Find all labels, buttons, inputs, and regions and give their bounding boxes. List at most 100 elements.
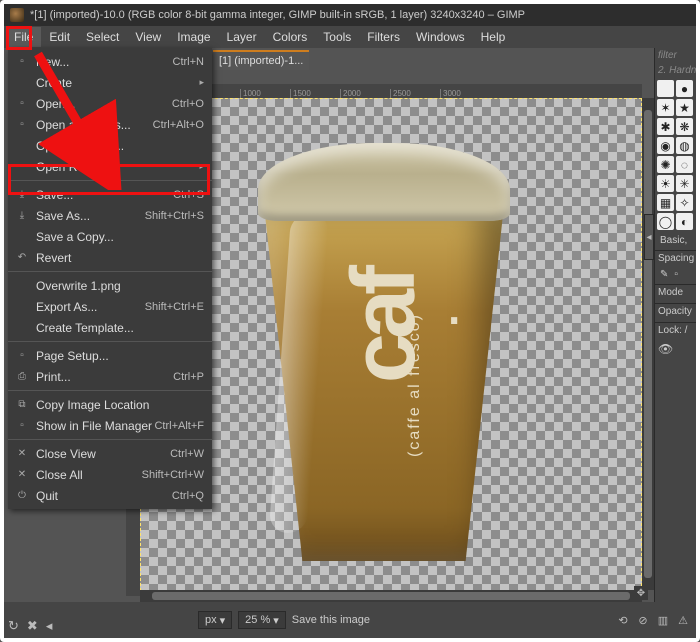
- submenu-arrow-icon: ▸: [199, 161, 204, 172]
- lock-label: Lock: /: [655, 322, 696, 338]
- menu-item-save-copy[interactable]: Save a Copy...: [8, 226, 212, 247]
- mode-label: Mode: [655, 284, 696, 300]
- dock-right[interactable]: filter 2. Hardness ●✶★✱❋◉◍✺◌☀✳▦✧◯◐ Basic…: [654, 48, 696, 638]
- image-tab[interactable]: [1] (imported)-1...: [213, 50, 309, 70]
- menu-item-copy-location[interactable]: ⧉Copy Image Location: [8, 394, 212, 415]
- status-message: Save this image: [292, 614, 370, 626]
- menu-view[interactable]: View: [127, 27, 169, 47]
- cancel-icon[interactable]: ⊘: [636, 613, 650, 627]
- print-icon: ⎙: [16, 371, 28, 383]
- brush-thumb[interactable]: ◯: [657, 213, 674, 230]
- brush-thumb[interactable]: ●: [676, 80, 693, 97]
- menu-item-create-template[interactable]: Create Template...: [8, 317, 212, 338]
- close-icon: ✕: [16, 448, 28, 460]
- scrollbar-horizontal[interactable]: [140, 590, 642, 602]
- brush-thumb[interactable]: ▦: [657, 194, 674, 211]
- folder-icon: ▫: [16, 420, 28, 432]
- tab-basic[interactable]: Basic,: [657, 234, 690, 247]
- copy-icon: ⧉: [16, 399, 28, 411]
- brush-thumb[interactable]: ◐: [676, 213, 693, 230]
- menu-item-show-file-manager[interactable]: ▫Show in File ManagerCtrl+Alt+F: [8, 415, 212, 436]
- brush-thumb[interactable]: ✶: [657, 99, 674, 116]
- brush-grid[interactable]: ●✶★✱❋◉◍✺◌☀✳▦✧◯◐: [655, 78, 696, 232]
- save-icon: ⤓: [16, 210, 28, 222]
- rotate-icon[interactable]: ⟲: [616, 613, 630, 627]
- opacity-label: Opacity: [655, 303, 696, 319]
- brush-thumb[interactable]: ❋: [676, 118, 693, 135]
- app-icon: [10, 8, 24, 22]
- brush-thumb[interactable]: ◉: [657, 137, 674, 154]
- window-titlebar: *[1] (imported)-10.0 (RGB color 8-bit ga…: [4, 4, 696, 26]
- menu-colors[interactable]: Colors: [265, 27, 316, 47]
- menu-item-open-location[interactable]: Open Location...: [8, 135, 212, 156]
- edit-icon[interactable]: ✎: [657, 268, 671, 281]
- menu-bar[interactable]: File Edit Select View Image Layer Colors…: [4, 26, 696, 48]
- dock-collapse-handle[interactable]: ◂: [644, 214, 654, 260]
- menu-filters[interactable]: Filters: [359, 27, 408, 47]
- menu-item-open-layers[interactable]: ▫Open as Layers...Ctrl+Alt+O: [8, 114, 212, 135]
- menu-item-open[interactable]: ▫Open...Ctrl+O: [8, 93, 212, 114]
- zoom-selector[interactable]: 25 %▾: [238, 611, 286, 629]
- menu-item-new[interactable]: ▫New...Ctrl+N: [8, 51, 212, 72]
- file-icon: ▫: [16, 56, 28, 68]
- canvas[interactable]: caf. (caffe al fresco): [140, 98, 642, 596]
- layer-visibility-icon[interactable]: 👁: [655, 338, 696, 360]
- file-icon: ▫: [16, 119, 28, 131]
- reset-icon[interactable]: ↻: [8, 618, 19, 634]
- menu-item-save-as[interactable]: ⤓Save As...Shift+Ctrl+S: [8, 205, 212, 226]
- window-title: *[1] (imported)-10.0 (RGB color 8-bit ga…: [30, 9, 525, 21]
- menu-help[interactable]: Help: [473, 27, 514, 47]
- power-icon: ⏻: [16, 490, 28, 502]
- menu-tools[interactable]: Tools: [315, 27, 359, 47]
- warning-icon[interactable]: ⚠: [676, 613, 690, 627]
- menu-layer[interactable]: Layer: [219, 27, 265, 47]
- spacing-label: Spacing: [655, 250, 696, 266]
- brush-thumb[interactable]: ◌: [676, 156, 693, 173]
- menu-item-close-all[interactable]: ✕Close AllShift+Ctrl+W: [8, 464, 212, 485]
- filter-label: filter: [655, 48, 696, 63]
- brush-thumb[interactable]: ◍: [676, 137, 693, 154]
- brush-title: 2. Hardness: [655, 63, 696, 78]
- delete-icon[interactable]: ✖: [27, 618, 38, 634]
- brush-thumb[interactable]: ✺: [657, 156, 674, 173]
- menu-item-export-as[interactable]: Export As...Shift+Ctrl+E: [8, 296, 212, 317]
- image-content: caf. (caffe al fresco): [258, 143, 510, 561]
- menu-item-quit[interactable]: ⏻QuitCtrl+Q: [8, 485, 212, 506]
- brush-thumb[interactable]: ✱: [657, 118, 674, 135]
- softproof-icon[interactable]: ▥: [656, 613, 670, 627]
- file-dropdown: ▫New...Ctrl+N Create▸ ▫Open...Ctrl+O ▫Op…: [8, 48, 212, 509]
- new-icon[interactable]: ▫: [671, 268, 681, 281]
- menu-item-open-recent[interactable]: Open Recent▸: [8, 156, 212, 177]
- file-icon: ▫: [16, 98, 28, 110]
- menu-item-create[interactable]: Create▸: [8, 72, 212, 93]
- ruler-horizontal: 050010001500200025003000: [140, 84, 642, 98]
- menu-item-overwrite[interactable]: Overwrite 1.png: [8, 275, 212, 296]
- page-icon: ▫: [16, 350, 28, 362]
- brush-thumb[interactable]: ✧: [676, 194, 693, 211]
- save-icon: ⤓: [16, 189, 28, 201]
- brush-thumb[interactable]: ☀: [657, 175, 674, 192]
- menu-edit[interactable]: Edit: [41, 27, 78, 47]
- menu-item-page-setup[interactable]: ▫Page Setup...: [8, 345, 212, 366]
- chevron-down-icon: ▾: [273, 614, 279, 627]
- menu-windows[interactable]: Windows: [408, 27, 473, 47]
- status-bar: px▾ 25 %▾ Save this image ⟲ ⊘ ▥ ⚠: [4, 602, 696, 638]
- unit-selector[interactable]: px▾: [198, 611, 232, 629]
- revert-icon: ↶: [16, 252, 28, 264]
- brush-thumb[interactable]: ★: [676, 99, 693, 116]
- menu-item-close-view[interactable]: ✕Close ViewCtrl+W: [8, 443, 212, 464]
- submenu-arrow-icon: ▸: [199, 77, 204, 88]
- brush-thumb[interactable]: ✳: [676, 175, 693, 192]
- menu-select[interactable]: Select: [78, 27, 127, 47]
- brush-thumb[interactable]: [657, 80, 674, 97]
- scrollbar-vertical[interactable]: [642, 98, 654, 590]
- menu-item-save[interactable]: ⤓Save...Ctrl+S: [8, 184, 212, 205]
- menu-item-print[interactable]: ⎙Print...Ctrl+P: [8, 366, 212, 387]
- menu-image[interactable]: Image: [169, 27, 218, 47]
- menu-item-revert[interactable]: ↶Revert: [8, 247, 212, 268]
- menu-file[interactable]: File: [6, 27, 41, 47]
- nav-preview-icon[interactable]: ✥: [634, 586, 648, 600]
- dock-menu-icon[interactable]: ◂: [46, 618, 53, 634]
- chevron-down-icon: ▾: [220, 614, 226, 627]
- bottom-left-tools: ↻ ✖ ◂: [8, 618, 52, 634]
